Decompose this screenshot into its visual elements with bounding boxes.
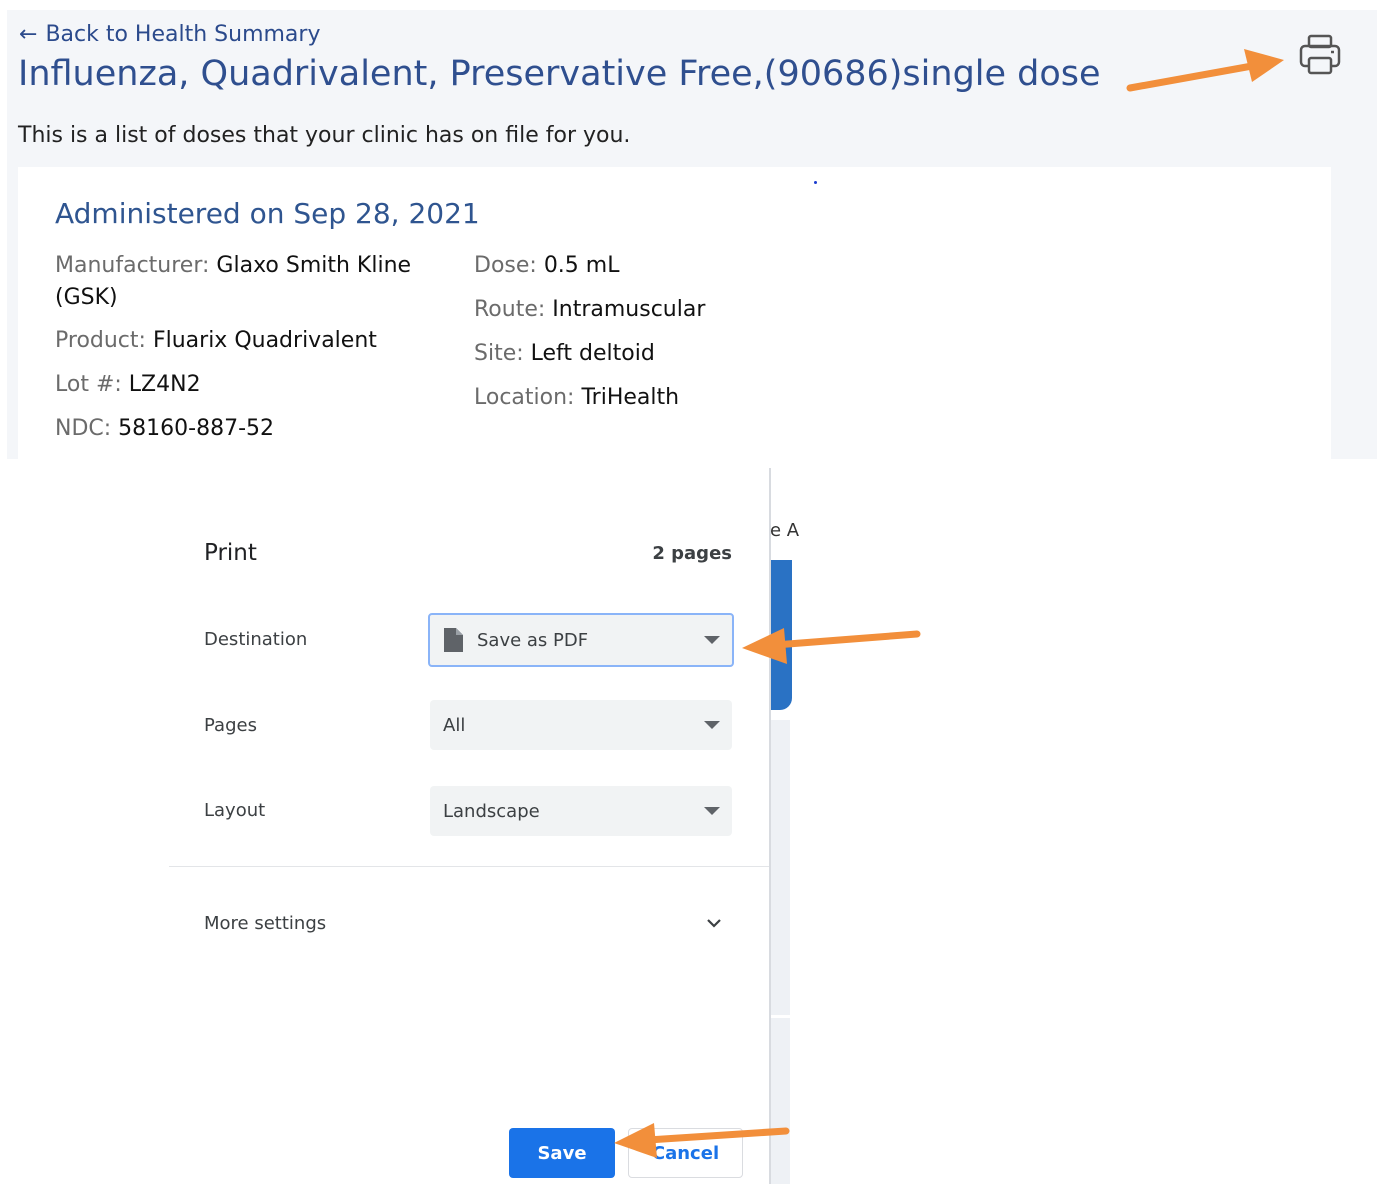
background-page-text: e A	[770, 520, 800, 541]
file-icon	[444, 628, 463, 652]
pages-select[interactable]: All	[430, 700, 732, 750]
background-page-area	[770, 720, 790, 1015]
field-product: Product: Fluarix Quadrivalent	[55, 328, 377, 353]
field-dose: Dose: 0.5 mL	[474, 253, 620, 278]
caret-down-icon	[704, 721, 720, 729]
pages-label: Pages	[204, 715, 257, 736]
layout-select[interactable]: Landscape	[430, 786, 732, 836]
printer-icon[interactable]	[1297, 32, 1343, 78]
print-dialog-title: Print	[204, 540, 257, 566]
save-button[interactable]: Save	[509, 1128, 615, 1178]
chevron-down-icon[interactable]	[705, 914, 723, 932]
page-title: Influenza, Quadrivalent, Preservative Fr…	[18, 54, 1101, 94]
back-link-label: Back to Health Summary	[45, 22, 321, 47]
more-settings-toggle[interactable]: More settings	[204, 913, 326, 934]
cancel-button[interactable]: Cancel	[628, 1128, 743, 1178]
caret-down-icon	[704, 807, 720, 815]
card-title: Administered on Sep 28, 2021	[55, 197, 480, 230]
field-ndc: NDC: 58160-887-52	[55, 416, 275, 441]
intro-text: This is a list of doses that your clinic…	[18, 123, 631, 148]
field-location: Location: TriHealth	[474, 385, 680, 410]
stray-dot	[814, 181, 817, 184]
field-manufacturer: Manufacturer: Glaxo Smith Kline (GSK)	[55, 253, 412, 310]
dose-card: Administered on Sep 28, 2021 Manufacture…	[18, 167, 1331, 459]
background-page-banner	[770, 560, 792, 710]
arrow-left-icon: ←	[19, 22, 38, 47]
destination-label: Destination	[204, 629, 308, 650]
section-divider	[169, 866, 769, 867]
page-count: 2 pages	[652, 543, 732, 564]
back-to-health-summary-link[interactable]: ← Back to Health Summary	[19, 22, 320, 47]
immunization-detail-panel: ← Back to Health Summary Influenza, Quad…	[7, 10, 1377, 459]
field-site: Site: Left deltoid	[474, 341, 655, 366]
caret-down-icon	[704, 636, 720, 644]
print-dialog: Print 2 pages Destination Save as PDF Pa…	[169, 468, 771, 1184]
destination-select[interactable]: Save as PDF	[428, 613, 734, 667]
field-lot: Lot #: LZ4N2	[55, 372, 201, 397]
layout-label: Layout	[204, 800, 266, 821]
field-route: Route: Intramuscular	[474, 297, 706, 322]
